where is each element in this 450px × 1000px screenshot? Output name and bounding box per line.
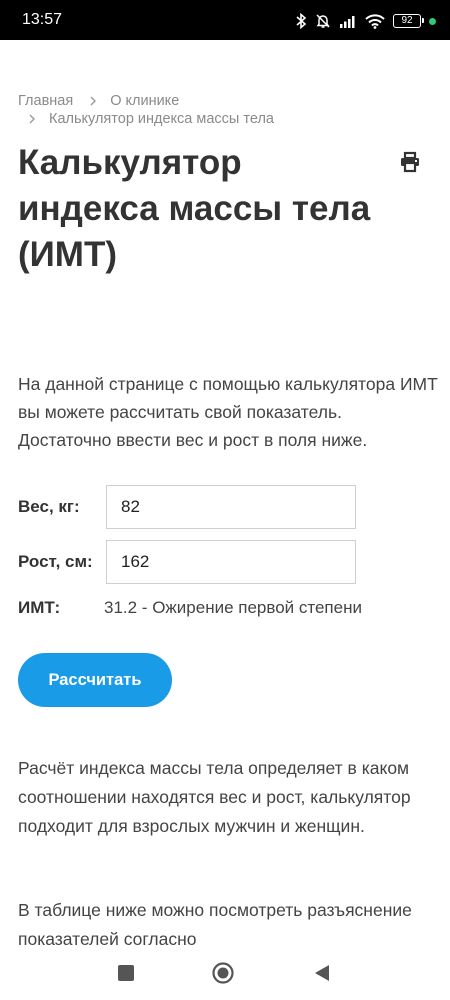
bluetooth-icon [296,13,307,29]
weight-label: Вес, кг: [18,497,80,516]
breadcrumb: Главная О клинике Калькулятор индекса ма… [18,92,438,128]
printer-icon [401,151,419,173]
description-paragraph: Расчёт индекса массы тела определяет в к… [18,758,411,836]
breadcrumb-row: Калькулятор индекса массы тела [18,110,438,128]
print-button[interactable] [398,150,422,174]
bmi-label: ИМТ: [18,598,61,617]
navigation-bar [0,948,450,1000]
back-button[interactable] [311,962,333,984]
height-label: Рост, см: [18,552,93,571]
intro-text: На данной странице с помощью калькулятор… [18,374,438,450]
battery-icon: 92 [393,14,424,28]
breadcrumb-current: Калькулятор индекса массы тела [49,111,274,127]
status-bar: 13:57 92 [0,0,450,40]
signal-icon [340,16,355,28]
status-icons: 92 [295,11,436,31]
wifi-icon [365,13,385,29]
bmi-result: 31.2 - Ожирение первой степени [104,598,362,617]
breadcrumb-about-link[interactable]: О клинике [110,92,179,110]
weight-input[interactable] [106,485,356,529]
weight-row: Вес, кг: [18,485,438,529]
page-title: Калькулятор индекса массы тела (ИМТ) [18,143,371,274]
calculate-button[interactable]: Рассчитать [18,653,172,707]
bmi-row: ИМТ: 31.2 - Ожирение первой степени [18,598,438,618]
breadcrumb-home-link[interactable]: Главная [18,92,73,110]
recents-square-icon [118,965,134,981]
home-circle-icon [212,962,234,984]
breadcrumb-row: Главная О клинике [18,92,438,110]
chevron-right-icon [90,96,97,106]
table-intro-paragraph: В таблице ниже можно посмотреть разъясне… [18,900,412,948]
status-time: 13:57 [22,11,63,28]
notification-dot [429,17,436,25]
home-button[interactable] [212,962,234,984]
height-row: Рост, см: [18,540,438,584]
height-input[interactable] [106,540,356,584]
back-triangle-icon [315,965,329,981]
recents-button[interactable] [115,962,137,984]
bell-off-icon [316,14,330,28]
chevron-right-icon [29,114,35,124]
battery-level: 92 [401,15,413,26]
